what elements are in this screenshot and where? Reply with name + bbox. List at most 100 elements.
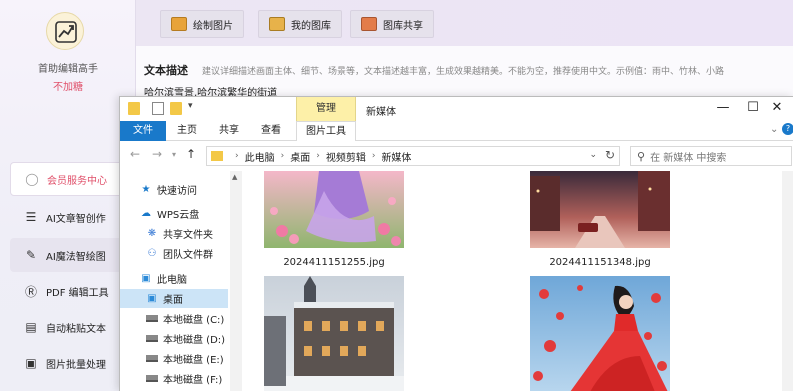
folder-icon[interactable]	[128, 102, 140, 115]
gallery-icon	[269, 17, 285, 31]
share-gallery-icon	[361, 17, 377, 31]
draw-image-icon	[171, 17, 187, 31]
ribbon: 文件 主页 共享 查看 图片工具 ⌄ ?	[120, 121, 793, 141]
properties-check-icon[interactable]	[152, 102, 164, 115]
nav-item-desktop[interactable]: ▣ 桌面	[120, 289, 228, 308]
image-icon: ▣	[25, 356, 37, 370]
sidebar-item-ai-article[interactable]: ☰ AI文章智创作	[10, 200, 130, 234]
sidebar-item-label: 会员服务中心	[47, 175, 107, 187]
computer-icon: ▣	[141, 273, 151, 284]
explorer-window: ▾ 管理 新媒体 — ☐ ✕ 文件 主页 共享 查看 图片工具 ⌄ ? ← → …	[119, 96, 793, 391]
tab-label: 图库共享	[383, 20, 423, 32]
file-thumbnail[interactable]	[264, 276, 404, 391]
recent-locations-icon[interactable]: ▾	[172, 150, 176, 159]
tab-gallery-share[interactable]: 图库共享	[350, 10, 434, 38]
sidebar-item-pdf[interactable]: Ⓡ PDF 编辑工具	[10, 274, 130, 308]
desc-label: 文本描述	[144, 64, 188, 77]
paste-icon: ▤	[25, 320, 37, 334]
app-logo	[46, 12, 84, 50]
nav-item-shared-folder[interactable]: ❋ 共享文件夹	[120, 224, 228, 243]
sidebar-item-auto-paste[interactable]: ▤ 自动粘贴文本	[10, 310, 130, 344]
list-icon: ☰	[25, 210, 37, 224]
nav-item-drive-e[interactable]: 本地磁盘 (E:)	[120, 349, 228, 368]
tab-view[interactable]: 查看	[254, 121, 288, 141]
sidebar-item-image-batch[interactable]: ▣ 图片批量处理	[10, 346, 130, 380]
sidebar-item-ai-draw[interactable]: ✎ AI魔法智绘图	[10, 238, 130, 272]
tab-file[interactable]: 文件	[120, 121, 166, 141]
window-title: 新媒体	[366, 107, 396, 118]
sidebar-item-member-center[interactable]: ◯ 会员服务中心	[10, 162, 130, 196]
tab-label: 绘制图片	[193, 20, 233, 32]
folder-icon	[211, 151, 223, 161]
app-sidebar: 首助编辑高手 不加糖 ◯ 会员服务中心 ☰ AI文章智创作 ✎ AI魔法智绘图 …	[0, 0, 136, 391]
drive-icon	[146, 355, 158, 362]
up-arrow-icon[interactable]: ↑	[186, 147, 196, 161]
desktop-icon: ▣	[147, 293, 157, 304]
share-folder-icon: ❋	[147, 228, 157, 239]
address-bar[interactable]: › 此电脑 › 桌面 › 视频剪辑 › 新媒体 ⌄ ↻	[206, 146, 620, 166]
tab-draw-image[interactable]: 绘制图片	[160, 10, 244, 38]
breadcrumb-item[interactable]: 视频剪辑	[326, 149, 366, 164]
drive-icon	[146, 335, 158, 342]
new-folder-icon[interactable]	[170, 102, 182, 115]
nav-item-quick-access[interactable]: ★ 快速访问	[120, 180, 228, 199]
brand-name: 首助编辑高手	[38, 64, 98, 75]
user-icon: ◯	[25, 172, 39, 186]
sidebar-item-label: AI魔法智绘图	[46, 251, 106, 263]
forward-arrow-icon[interactable]: →	[152, 147, 162, 161]
refresh-icon[interactable]: ↻	[605, 148, 615, 162]
nav-item-drive-d[interactable]: 本地磁盘 (D:)	[120, 329, 228, 348]
image-thumbnail-red-dress	[530, 276, 670, 391]
breadcrumb-item[interactable]: 此电脑	[245, 149, 275, 164]
navigation-bar: ← → ▾ ↑ › 此电脑 › 桌面 › 视频剪辑 › 新媒体 ⌄ ↻ ⚲ 在 …	[120, 141, 793, 171]
tab-picture-tools[interactable]: 图片工具	[296, 121, 356, 141]
search-placeholder: 在 新媒体 中搜索	[650, 152, 727, 164]
back-arrow-icon[interactable]: ←	[130, 147, 140, 161]
file-thumbnail[interactable]	[530, 171, 670, 248]
chart-logo-icon	[55, 21, 77, 43]
navigation-pane: ▲ ★ 快速访问 ☁ WPS云盘 ❋ 共享文件夹 ⚇ 团队文件群 ▣ 此电脑 ▣…	[120, 171, 242, 391]
nav-item-this-pc[interactable]: ▣ 此电脑	[120, 269, 228, 288]
team-icon: ⚇	[147, 248, 157, 259]
tab-manage[interactable]: 管理	[296, 97, 356, 121]
breadcrumb-item[interactable]: 桌面	[290, 149, 310, 164]
image-thumbnail-street	[530, 171, 670, 248]
title-bar: ▾ 管理 新媒体 — ☐ ✕	[120, 97, 793, 121]
file-name[interactable]: 2024411151255.jpg	[264, 257, 404, 268]
breadcrumb-item[interactable]: 新媒体	[381, 149, 411, 164]
file-name[interactable]: 2024411151348.jpg	[530, 257, 670, 268]
customize-toolbar-icon[interactable]: ▾	[188, 101, 193, 111]
chevron-down-icon[interactable]: ⌄	[589, 150, 597, 160]
sidebar-item-label: PDF 编辑工具	[46, 287, 109, 299]
chevron-down-icon[interactable]: ⌄	[770, 124, 778, 135]
help-icon[interactable]: ?	[782, 123, 793, 135]
close-button[interactable]: ✕	[760, 97, 793, 121]
search-input[interactable]: ⚲ 在 新媒体 中搜索	[630, 146, 792, 166]
image-thumbnail-flowers	[264, 171, 404, 248]
search-icon: ⚲	[637, 149, 646, 163]
nav-item-team-files[interactable]: ⚇ 团队文件群	[120, 244, 228, 263]
app-top-bar: 绘制图片 我的图库 图库共享	[136, 0, 793, 46]
sidebar-item-label: 图片批量处理	[46, 359, 106, 371]
star-icon: ★	[141, 184, 151, 195]
tab-my-gallery[interactable]: 我的图库	[258, 10, 342, 38]
image-thumbnail-snow-building	[264, 276, 404, 391]
pdf-icon: Ⓡ	[24, 284, 37, 299]
file-thumbnail[interactable]	[530, 276, 670, 391]
brush-icon: ✎	[25, 248, 37, 262]
tab-label: 我的图库	[291, 20, 331, 32]
nav-item-wps-cloud[interactable]: ☁ WPS云盘	[120, 204, 228, 223]
drive-icon	[146, 315, 158, 322]
scrollbar[interactable]	[230, 171, 242, 391]
tab-share[interactable]: 共享	[212, 121, 246, 141]
brand-sub[interactable]: 不加糖	[0, 78, 136, 93]
desc-hint: 建议详细描述画面主体、细节、场景等，文本描述越丰富，生成效果越精美。不能为空，推…	[202, 67, 725, 77]
sidebar-item-label: 自动粘贴文本	[46, 323, 106, 335]
file-view: 2024411151255.jpg 2024411151348.jpg	[242, 171, 793, 391]
scrollbar[interactable]	[782, 171, 793, 391]
scroll-up-icon[interactable]: ▲	[232, 173, 237, 181]
file-thumbnail[interactable]	[264, 171, 404, 248]
nav-item-drive-c[interactable]: 本地磁盘 (C:)	[120, 309, 228, 328]
tab-home[interactable]: 主页	[170, 121, 204, 141]
nav-item-drive-f[interactable]: 本地磁盘 (F:)	[120, 369, 228, 388]
